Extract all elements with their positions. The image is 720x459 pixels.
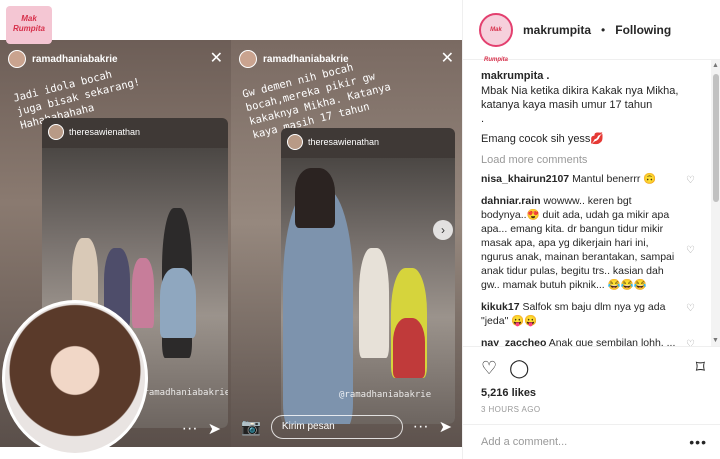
person-shape [132, 258, 154, 328]
story-header: ramadhaniabakrie [8, 50, 118, 68]
heart-icon[interactable]: ♡ [686, 338, 695, 346]
scrollbar-thumb[interactable] [713, 74, 719, 202]
profile-avatar[interactable]: Mak Rumpita [479, 12, 513, 63]
post-actions: ♡ ◯ ⌑ 5,216 likes 3 HOURS AGO [463, 346, 720, 414]
story-watermark: @ramadhaniabakrie [138, 388, 228, 398]
more-options-icon[interactable]: ··· [182, 420, 198, 438]
embedded-header: theresawienathan [287, 134, 379, 150]
person-shape [160, 268, 196, 338]
caption-line: katanya kaya masih umur 17 tahun [481, 99, 653, 111]
close-icon: ✕ [440, 50, 454, 67]
close-icon: ✕ [209, 50, 223, 67]
scroll-down-icon[interactable]: ▼ [712, 337, 719, 344]
load-more-comments-link[interactable]: Load more comments [481, 154, 697, 166]
send-icon[interactable]: ➤ [439, 417, 452, 437]
camera-icon[interactable]: 📷 [241, 417, 261, 437]
comments-scrollbar[interactable]: ▲ ▼ [711, 60, 720, 346]
separator-dot: • [601, 22, 606, 37]
airport-scene-image [281, 158, 455, 424]
next-arrow-icon[interactable]: › [433, 220, 453, 240]
person-shape [359, 248, 389, 358]
scroll-up-icon[interactable]: ▲ [712, 62, 719, 69]
post-timestamp: 3 HOURS AGO [481, 405, 541, 414]
heart-icon[interactable]: ♡ [686, 302, 695, 316]
person-shape [393, 318, 425, 378]
post-header: Mak Rumpita makrumpita • Following [463, 0, 720, 63]
mak-rumpita-logo: Mak Rumpita [6, 6, 52, 44]
story-frame-right: ramadhaniabakrie ✕ Gw demen nih bocah bo… [231, 40, 462, 447]
story-embedded-video: theresawienathan @ramadhaniabakrie [281, 128, 455, 424]
more-options-icon[interactable]: ··· [413, 418, 429, 436]
caption-line: Emang cocok sih yess💋 [481, 133, 605, 145]
comment-username[interactable]: nisa_khairun2107 [481, 173, 569, 185]
comment-username[interactable]: dahniar.rain [481, 195, 541, 207]
comment-username[interactable]: nay_zaccheo [481, 337, 546, 346]
story-username: ramadhaniabakrie [263, 53, 349, 65]
caption-line: . [481, 113, 485, 125]
likes-count[interactable]: 5,216 likes [481, 387, 707, 399]
story-message-input[interactable]: Kirim pesan [270, 415, 403, 439]
comment-icon[interactable]: ◯ [509, 358, 529, 379]
embedded-username: theresawienathan [308, 137, 380, 147]
embedded-avatar [48, 124, 64, 140]
send-icon[interactable]: ➤ [208, 419, 221, 439]
comment-text: Mantul benerrr 🙃 [572, 173, 657, 185]
more-options-icon[interactable]: ••• [689, 434, 707, 450]
following-button[interactable]: Following [615, 23, 671, 37]
comment-item: dahniar.rain wowww.. keren bgt bodynya..… [481, 194, 697, 292]
person-shape [295, 168, 335, 228]
embedded-avatar [287, 134, 303, 150]
heart-icon[interactable]: ♡ [686, 244, 695, 258]
comments-list: makrumpita . Mbak Nia ketika dikira Kaka… [463, 60, 711, 346]
comment-item: kikuk17 Salfok sm baju dlm nya yg ada "j… [481, 300, 697, 328]
story-footer: 📷 Kirim pesan ··· ➤ [241, 415, 452, 439]
portrait-circle-image [2, 300, 148, 456]
story-avatar [8, 50, 26, 68]
story-username: ramadhaniabakrie [32, 53, 118, 65]
comment-item: nay_zaccheo Anak gue sembilan lohh, ... … [481, 336, 697, 346]
comment-item: nisa_khairun2107 Mantul benerrr 🙃 ♡ [481, 172, 697, 186]
add-comment-input[interactable]: Add a comment... [481, 436, 689, 448]
post-media: ramadhaniabakrie ✕ Jadi idola bocah juga… [0, 0, 462, 459]
action-icons: ♡ ◯ [481, 355, 707, 381]
like-heart-icon[interactable]: ♡ [481, 358, 497, 379]
post-panel: Mak Rumpita makrumpita • Following makru… [462, 0, 720, 459]
post-username[interactable]: makrumpita [523, 23, 591, 37]
caption-line: Mbak Nia ketika dikira Kakak nya Mikha, [481, 85, 679, 97]
add-comment-bar: Add a comment... ••• [463, 424, 720, 459]
comment-username[interactable]: kikuk17 [481, 301, 520, 313]
embedded-header: theresawienathan [48, 124, 140, 140]
comment-text: wowww.. keren bgt bodynya..😍 duit ada, u… [481, 195, 675, 291]
story-avatar [239, 50, 257, 68]
bookmark-icon[interactable]: ⌑ [696, 357, 705, 378]
heart-icon[interactable]: ♡ [686, 174, 695, 188]
story-watermark: @ramadhaniabakrie [339, 390, 432, 400]
embedded-username: theresawienathan [69, 127, 141, 137]
caption-username[interactable]: makrumpita . [481, 70, 697, 82]
